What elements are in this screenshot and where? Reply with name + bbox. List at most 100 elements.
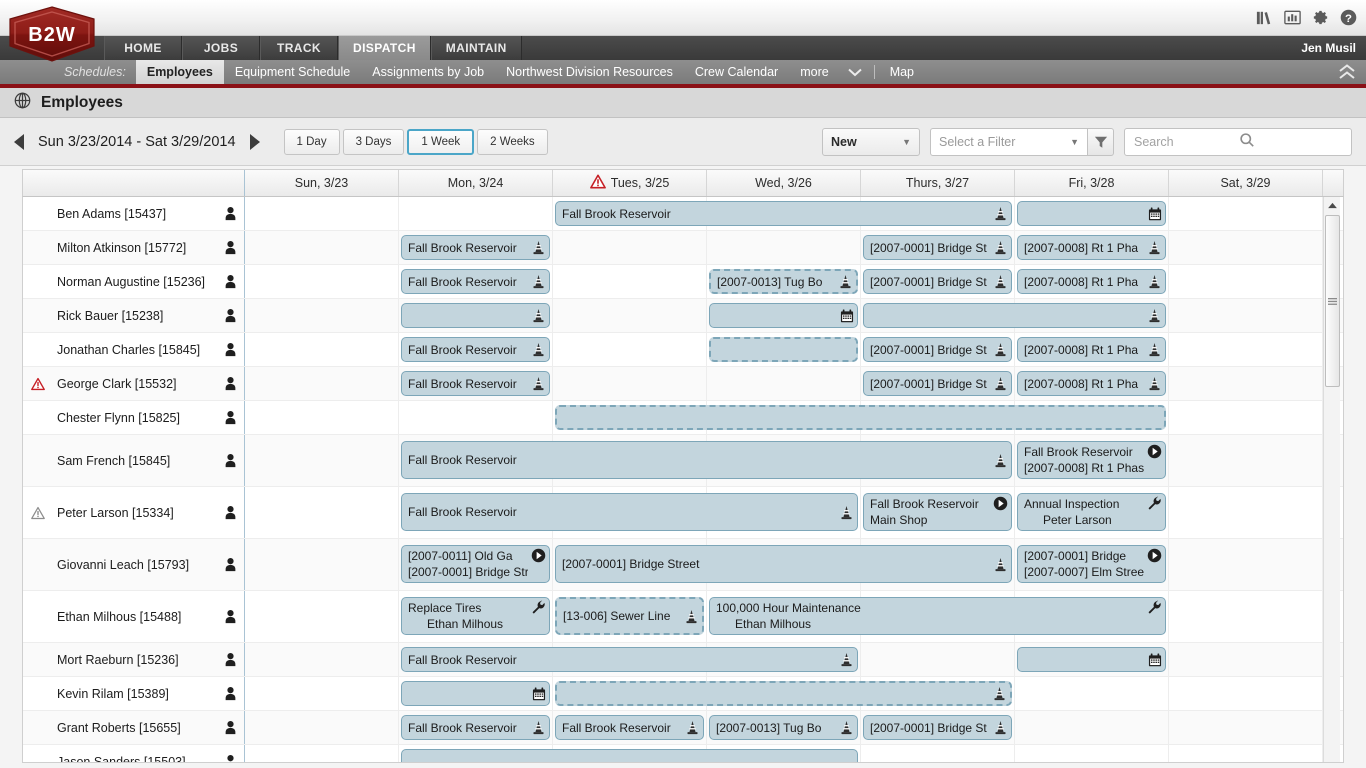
day-cell[interactable]	[1169, 231, 1323, 264]
day-cell[interactable]	[553, 265, 707, 298]
day-cell[interactable]	[245, 367, 399, 400]
assignment-block[interactable]	[401, 749, 858, 762]
day-cell[interactable]	[245, 711, 399, 744]
day-cell[interactable]	[707, 231, 861, 264]
day-cell[interactable]	[1169, 591, 1323, 642]
assignment-block[interactable]: [2007-0013] Tug Bo	[709, 715, 858, 740]
day-cell[interactable]	[399, 197, 553, 230]
employee-name-cell[interactable]: Jonathan Charles [15845]	[23, 333, 245, 366]
assignment-block[interactable]: Fall Brook Reservoir	[401, 715, 550, 740]
subnav-item-employees[interactable]: Employees	[135, 60, 224, 84]
table-row[interactable]: Kevin Rilam [15389]	[23, 677, 1343, 711]
assignment-block[interactable]: [2007-0008] Rt 1 Pha	[1017, 337, 1166, 362]
person-icon[interactable]	[216, 376, 244, 391]
table-row[interactable]: Jason Sanders [15503]	[23, 745, 1343, 762]
day-cell[interactable]	[1169, 333, 1323, 366]
subnav-item-assignments-by-job[interactable]: Assignments by Job	[361, 60, 495, 84]
day-cell[interactable]	[245, 333, 399, 366]
assignment-block[interactable]: [2007-0008] Rt 1 Pha	[1017, 371, 1166, 396]
day-cell[interactable]	[1169, 299, 1323, 332]
assignment-block[interactable]: Replace Tires Ethan Milhous	[401, 597, 550, 635]
day-cell[interactable]	[399, 401, 553, 434]
subnav-item-equipment-schedule[interactable]: Equipment Schedule	[224, 60, 361, 84]
range-button-3-days[interactable]: 3 Days	[342, 128, 405, 155]
assignment-block[interactable]	[555, 405, 1166, 430]
assignment-block[interactable]: Fall Brook Reservoir	[401, 337, 550, 362]
day-cell[interactable]	[1015, 677, 1169, 710]
assignment-block[interactable]	[401, 681, 550, 706]
assignment-block[interactable]	[555, 681, 1012, 706]
scrollbar-thumb[interactable]	[1325, 215, 1340, 387]
day-cell[interactable]	[1015, 745, 1169, 762]
table-row[interactable]: Peter Larson [15334] Fall Brook Reservoir…	[23, 487, 1343, 539]
table-row[interactable]: Grant Roberts [15655] Fall Brook Reservoi…	[23, 711, 1343, 745]
chevron-down-icon[interactable]	[840, 60, 870, 84]
assignment-block[interactable]: [2007-0008] Rt 1 Pha	[1017, 235, 1166, 260]
assignment-block[interactable]	[863, 303, 1166, 328]
table-row[interactable]: Norman Augustine [15236] Fall Brook Reser…	[23, 265, 1343, 299]
day-cell[interactable]	[1169, 197, 1323, 230]
day-cell[interactable]	[1169, 677, 1323, 710]
person-icon[interactable]	[216, 686, 244, 701]
assignment-block[interactable]: [2007-0001] Bridge St	[863, 715, 1012, 740]
assignment-block[interactable]: [2007-0001] Bridge St	[863, 269, 1012, 294]
range-button-1-week[interactable]: 1 Week	[407, 128, 475, 155]
assignment-block[interactable]: Fall Brook Reservoir [2007-0008] Rt 1 Pha…	[1017, 441, 1166, 479]
employee-name-cell[interactable]: George Clark [15532]	[23, 367, 245, 400]
range-button-2-weeks[interactable]: 2 Weeks	[477, 128, 548, 155]
table-row[interactable]: Sam French [15845] Fall Brook Reservoir Fa…	[23, 435, 1343, 487]
person-icon[interactable]	[216, 609, 244, 624]
table-row[interactable]: George Clark [15532] Fall Brook Reservoir…	[23, 367, 1343, 401]
day-cell[interactable]	[553, 367, 707, 400]
nav-tab-track[interactable]: TRACK	[260, 36, 338, 60]
grid-header-tues[interactable]: Tues, 3/25	[553, 170, 707, 196]
chevron-up-double-icon[interactable]	[1338, 64, 1356, 85]
day-cell[interactable]	[1169, 367, 1323, 400]
employee-name-cell[interactable]: Norman Augustine [15236]	[23, 265, 245, 298]
assignment-block[interactable]: Fall Brook Reservoir	[555, 715, 704, 740]
day-cell[interactable]	[245, 231, 399, 264]
employee-name-cell[interactable]: Sam French [15845]	[23, 435, 245, 486]
day-cell[interactable]	[245, 401, 399, 434]
subnav-item-more[interactable]: more	[789, 60, 839, 84]
person-icon[interactable]	[216, 274, 244, 289]
person-icon[interactable]	[216, 505, 244, 520]
table-row[interactable]: Milton Atkinson [15772] Fall Brook Reserv…	[23, 231, 1343, 265]
day-cell[interactable]	[245, 643, 399, 676]
assignment-block[interactable]: [2007-0001] Bridge [2007-0007] Elm Street	[1017, 545, 1166, 583]
assignment-block[interactable]: [2007-0008] Rt 1 Pha	[1017, 269, 1166, 294]
help-icon[interactable]: ?	[1339, 8, 1358, 27]
table-row[interactable]: Chester Flynn [15825]	[23, 401, 1343, 435]
day-cell[interactable]	[245, 677, 399, 710]
employee-name-cell[interactable]: Chester Flynn [15825]	[23, 401, 245, 434]
day-cell[interactable]	[861, 643, 1015, 676]
assignment-block[interactable]: Fall Brook Reservoir	[401, 235, 550, 260]
grid-header-thurs[interactable]: Thurs, 3/27	[861, 170, 1015, 196]
person-icon[interactable]	[216, 557, 244, 572]
new-dropdown[interactable]: New ▼	[822, 127, 920, 156]
day-cell[interactable]	[245, 265, 399, 298]
day-cell[interactable]	[707, 367, 861, 400]
assignment-block[interactable]	[1017, 647, 1166, 672]
grid-header-sun[interactable]: Sun, 3/23	[245, 170, 399, 196]
search-icon[interactable]	[1239, 132, 1344, 151]
assignment-block[interactable]: [2007-0001] Bridge St	[863, 337, 1012, 362]
assignment-block[interactable]: Fall Brook Reservoir	[401, 371, 550, 396]
day-cell[interactable]	[245, 435, 399, 486]
day-cell[interactable]	[861, 745, 1015, 762]
filter-dropdown[interactable]: Select a Filter ▼	[930, 127, 1088, 156]
table-row[interactable]: Giovanni Leach [15793] [2007-0011] Old Ga…	[23, 539, 1343, 591]
person-icon[interactable]	[216, 754, 244, 762]
nav-tab-home[interactable]: HOME	[104, 36, 182, 60]
person-icon[interactable]	[216, 410, 244, 425]
day-cell[interactable]	[553, 231, 707, 264]
assignment-block[interactable]: Fall Brook Reservoir	[401, 441, 1012, 479]
person-icon[interactable]	[216, 652, 244, 667]
b2w-logo[interactable]: B2W	[6, 6, 98, 62]
assignment-block[interactable]: Fall Brook Reservoir	[401, 493, 858, 531]
assignment-block[interactable]: [13-006] Sewer Line	[555, 597, 704, 635]
grid-header-fri[interactable]: Fri, 3/28	[1015, 170, 1169, 196]
table-row[interactable]: Mort Raeburn [15236] Fall Brook Reservoir	[23, 643, 1343, 677]
employee-name-cell[interactable]: Kevin Rilam [15389]	[23, 677, 245, 710]
next-arrow-icon[interactable]	[248, 132, 262, 152]
